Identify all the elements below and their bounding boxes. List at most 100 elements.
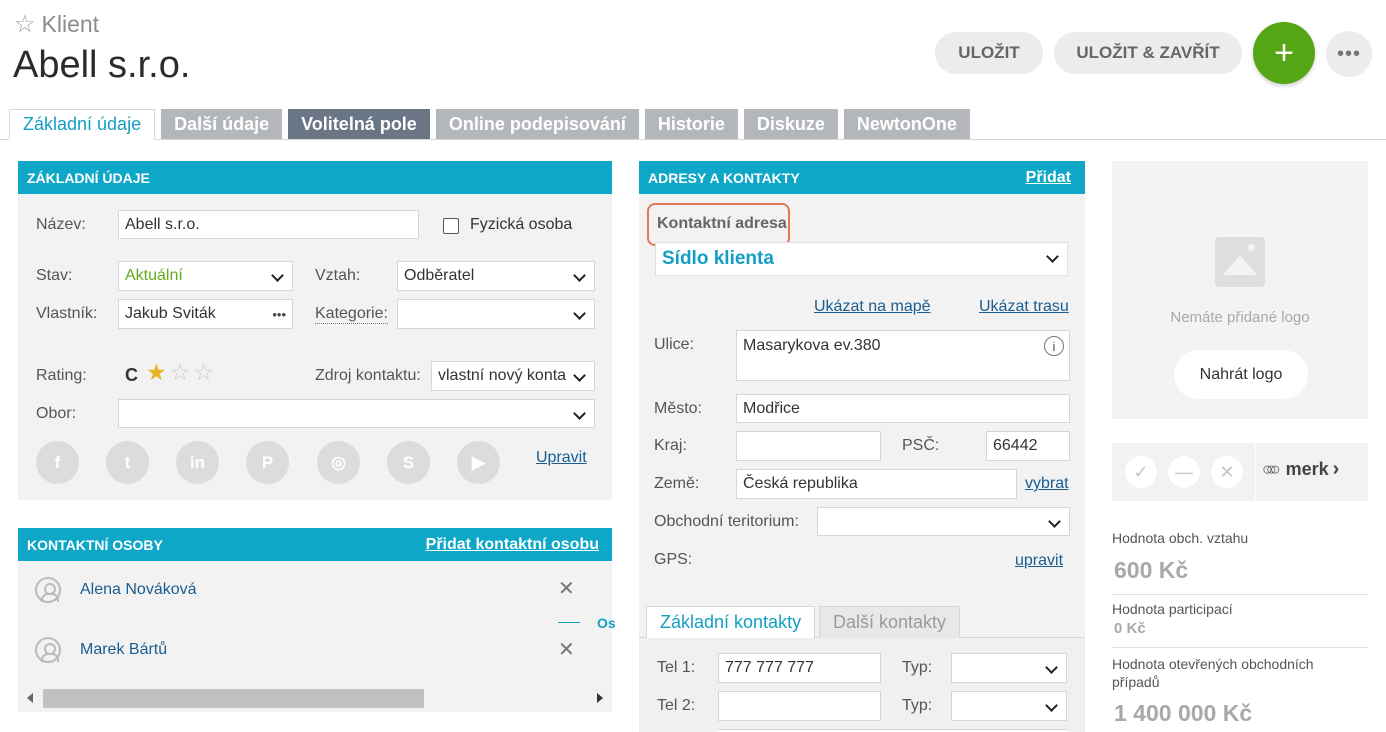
tel2-input[interactable]: [718, 691, 881, 721]
tel1-label: Tel 1:: [657, 659, 696, 676]
show-on-map-link[interactable]: Ukázat na mapě: [814, 298, 931, 316]
street-label: Ulice:: [654, 336, 695, 353]
tel2-label: Tel 2:: [657, 697, 696, 714]
zip-input[interactable]: 66442: [986, 431, 1070, 461]
street-value: Masarykova ev.380: [743, 337, 881, 354]
more-options-button[interactable]: •••: [1326, 31, 1372, 77]
relation-value-amount: 600 Kč: [1114, 557, 1189, 583]
contact-person-name[interactable]: Marek Bártů: [80, 641, 167, 659]
plus-icon: +: [1274, 33, 1294, 72]
save-button[interactable]: ULOŽIT: [935, 32, 1043, 74]
address-type-select[interactable]: Sídlo klienta: [655, 242, 1068, 276]
owner-input[interactable]: Jakub Sviták •••: [118, 299, 293, 329]
merk-divider: [1255, 443, 1256, 501]
scroll-right-arrow-icon[interactable]: [597, 693, 603, 703]
tab-more-info[interactable]: Další údaje: [161, 109, 283, 139]
upload-logo-button[interactable]: Nahrát logo: [1174, 350, 1308, 399]
address-title: ADRESY A KONTAKTY: [648, 169, 800, 186]
info-icon[interactable]: i: [1044, 336, 1064, 356]
star-empty-icon[interactable]: ☆: [170, 359, 194, 385]
close-icon[interactable]: ✕: [1211, 456, 1243, 488]
contact-persons-header: KONTAKTNÍ OSOBY Přidat kontaktní osobu: [18, 528, 612, 561]
owner-label: Vlastník:: [36, 305, 98, 322]
region-input[interactable]: [736, 431, 881, 461]
instagram-icon[interactable]: ◎: [317, 441, 360, 484]
star-filled-icon[interactable]: ★: [146, 359, 170, 385]
street-textarea[interactable]: Masarykova ev.380 i: [736, 330, 1070, 381]
tab-more-contacts[interactable]: Další kontakty: [819, 606, 961, 638]
stats-divider: [1112, 594, 1368, 595]
address-header: ADRESY A KONTAKTY Přidat: [639, 161, 1085, 194]
rating-stars[interactable]: ★☆☆: [146, 359, 217, 386]
role-divider: [558, 622, 580, 623]
save-close-button[interactable]: ULOŽIT & ZAVŘÍT: [1054, 32, 1242, 74]
tab-history[interactable]: Historie: [644, 109, 738, 139]
scrollbar-thumb[interactable]: [43, 689, 424, 708]
remove-contact-icon[interactable]: ✕: [558, 576, 575, 601]
contact-persons-title: KONTAKTNÍ OSOBY: [27, 536, 163, 553]
show-route-link[interactable]: Ukázat trasu: [979, 298, 1069, 316]
minus-icon[interactable]: —: [1168, 456, 1200, 488]
skype-icon[interactable]: S: [387, 441, 430, 484]
open-cases-amount: 1 400 000 Kč: [1114, 700, 1253, 726]
tab-custom-fields[interactable]: Volitelná pole: [288, 109, 430, 139]
basic-info-title: ZÁKLADNÍ ÚDAJE: [27, 169, 150, 186]
scroll-left-arrow-icon[interactable]: [27, 693, 33, 703]
tab-discussion[interactable]: Diskuze: [743, 109, 838, 139]
category-select[interactable]: [397, 299, 595, 329]
name-label: Název:: [36, 216, 86, 233]
rating-label: Rating:: [36, 367, 87, 384]
country-label: Země:: [654, 475, 700, 492]
rating-grade: C: [125, 365, 138, 385]
relation-select[interactable]: Odběratel: [397, 261, 595, 291]
merk-bar: ✓ — ✕ ○○○ merk ›: [1112, 443, 1368, 501]
add-button[interactable]: +: [1253, 22, 1315, 84]
natural-person-label: Fyzická osoba: [470, 216, 573, 233]
owner-more-icon[interactable]: •••: [272, 307, 286, 322]
tel2-type-select[interactable]: [951, 691, 1067, 721]
image-placeholder-icon: [1215, 237, 1265, 287]
contact-person-name[interactable]: Alena Nováková: [80, 581, 197, 599]
merk-logo-icon: ○○○: [1262, 459, 1280, 479]
status-label: Stav:: [36, 267, 73, 284]
status-select[interactable]: Aktuální: [118, 261, 293, 291]
pinterest-icon[interactable]: P: [246, 441, 289, 484]
tel1-input[interactable]: 777 777 777: [718, 653, 881, 683]
role-fragment: Os: [597, 615, 616, 631]
add-contact-person-link[interactable]: Přidat kontaktní osobu: [426, 536, 599, 554]
choose-country-link[interactable]: vybrat: [1025, 475, 1069, 493]
country-input[interactable]: Česká republika: [736, 469, 1017, 499]
star-empty-icon[interactable]: ☆: [193, 359, 217, 385]
tab-online-signing[interactable]: Online podepisování: [435, 109, 639, 139]
gps-label: GPS:: [654, 551, 693, 568]
participation-label: Hodnota participací: [1112, 601, 1233, 617]
field-select[interactable]: [118, 399, 595, 428]
tel1-type-select[interactable]: [951, 653, 1067, 683]
territory-select[interactable]: [817, 507, 1070, 536]
horizontal-scrollbar[interactable]: [24, 689, 608, 708]
chevron-right-icon: ›: [1332, 458, 1340, 480]
edit-social-link[interactable]: Upravit: [536, 449, 587, 467]
person-avatar-icon: [35, 637, 61, 663]
natural-person-checkbox[interactable]: [443, 218, 459, 234]
youtube-icon[interactable]: ▶: [457, 441, 500, 484]
facebook-icon[interactable]: f: [36, 441, 79, 484]
gps-edit-link[interactable]: upravit: [1015, 552, 1063, 570]
name-input[interactable]: Abell s.r.o.: [118, 210, 419, 239]
tab-newtonone[interactable]: NewtonOne: [843, 109, 970, 139]
relation-value-label: Hodnota obch. vztahu: [1112, 530, 1249, 546]
favorite-star-icon[interactable]: ☆: [14, 10, 36, 39]
merk-button[interactable]: ○○○ merk ›: [1262, 458, 1339, 481]
tab-basic-info[interactable]: Základní údaje: [9, 109, 156, 140]
add-address-link[interactable]: Přidat: [1026, 169, 1071, 187]
participation-amount: 0 Kč: [1114, 620, 1146, 637]
remove-contact-icon[interactable]: ✕: [558, 637, 575, 662]
check-icon[interactable]: ✓: [1125, 456, 1157, 488]
twitter-icon[interactable]: t: [106, 441, 149, 484]
tab-basic-contacts[interactable]: Základní kontakty: [646, 606, 816, 638]
linkedin-icon[interactable]: in: [176, 441, 219, 484]
source-select[interactable]: vlastní nový konta: [431, 361, 595, 391]
territory-label: Obchodní teritorium:: [654, 513, 799, 530]
relation-label: Vztah:: [315, 267, 361, 284]
city-input[interactable]: Modřice: [736, 394, 1070, 423]
